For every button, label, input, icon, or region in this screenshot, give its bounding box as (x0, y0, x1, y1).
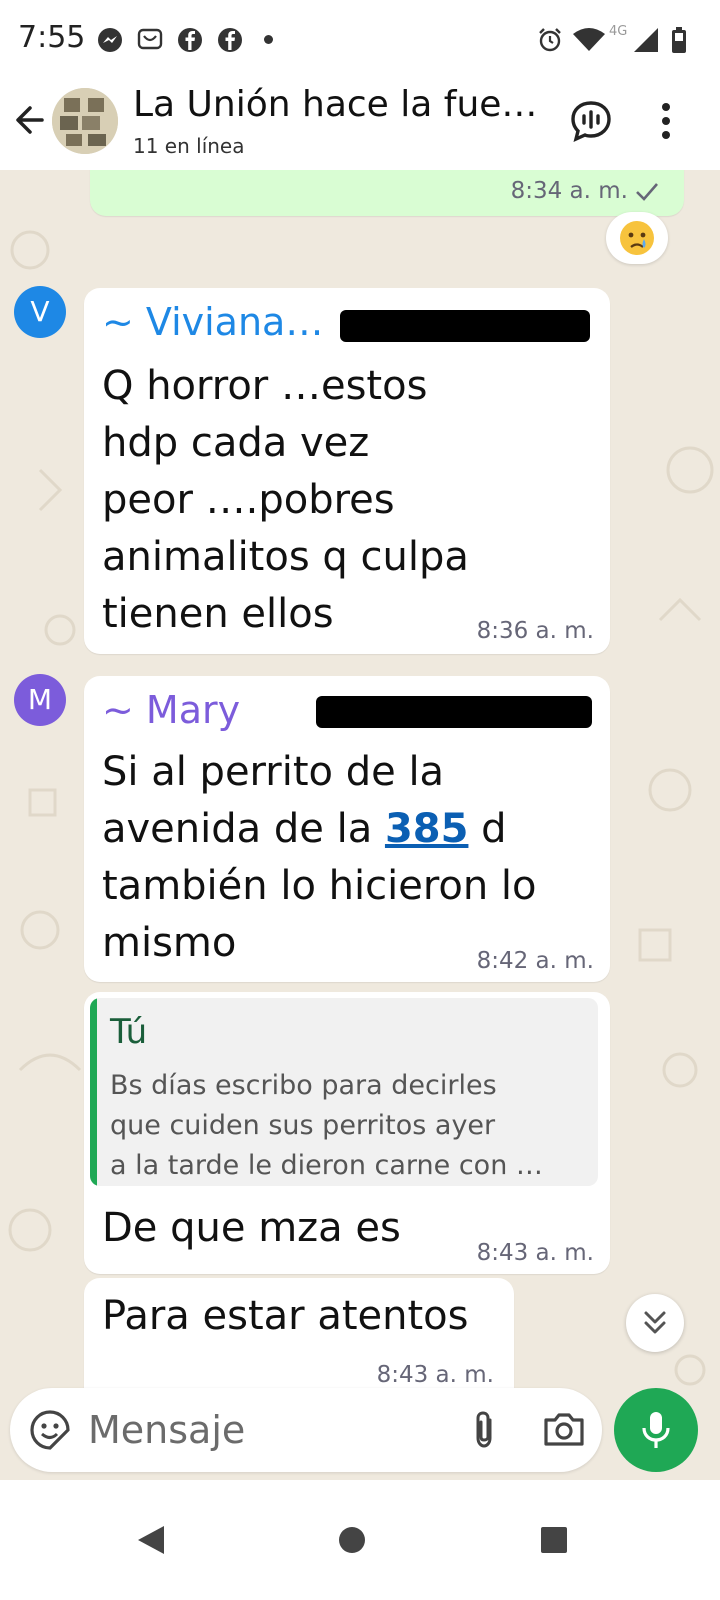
message-line: Q horror …estos (102, 363, 428, 409)
quote-bar (90, 998, 97, 1186)
wifi-icon (573, 28, 605, 51)
chat-area[interactable]: 8:34 a. m. V ~ Viviana… Q horror …estos … (0, 170, 720, 1480)
message-line: avenida de la 385 d (102, 801, 537, 858)
message-line: animalitos q culpa (102, 534, 469, 580)
message-text: Si al perrito de la avenida de la 385 d … (102, 744, 537, 972)
facebook-icon (218, 28, 242, 52)
outgoing-message[interactable]: 8:34 a. m. (90, 170, 684, 216)
mic-button[interactable] (614, 1388, 698, 1472)
redacted-phone (340, 310, 590, 342)
message-line: hdp cada vez (102, 420, 370, 466)
message-line: también lo hicieron lo (102, 863, 537, 909)
network-type: 4G (609, 24, 628, 39)
incoming-message[interactable]: ~ Viviana… Q horror …estos hdp cada vez … (84, 288, 610, 654)
status-time: 7:55 (18, 20, 86, 55)
nav-recents-icon[interactable] (524, 1510, 584, 1570)
dot-icon (264, 35, 273, 44)
crying-face-icon (620, 221, 654, 255)
quote-text: Bs días escribo para decirles que cuiden… (110, 1066, 590, 1186)
quote-line: a la tarde le dieron carne con … (110, 1150, 543, 1181)
message-time: 8:43 a. m. (476, 1240, 594, 1266)
quote-line: que cuiden sus perritos ayer (110, 1110, 496, 1141)
message-text: Q horror …estos hdp cada vez peor ….pobr… (102, 358, 469, 643)
quote-line: Bs días escribo para decirles (110, 1070, 497, 1101)
more-options-icon[interactable] (644, 96, 688, 146)
status-bar: 7:55 4G (0, 0, 720, 80)
sender-name[interactable]: ~ Viviana… (102, 300, 323, 344)
quote-author: Tú (110, 1012, 148, 1052)
avatar[interactable]: M (14, 674, 66, 726)
notification-icon (137, 28, 163, 50)
message-text: Para estar atentos (102, 1293, 469, 1339)
message-time: 8:43 a. m. (376, 1362, 494, 1388)
avatar[interactable]: V (14, 286, 66, 338)
signal-icon (634, 28, 658, 52)
message-line: peor ….pobres (102, 477, 395, 523)
camera-icon[interactable] (540, 1408, 588, 1452)
message-time: 8:42 a. m. (476, 948, 594, 974)
double-chevron-down-icon (644, 1311, 666, 1334)
sticker-emoji-icon[interactable] (28, 1408, 72, 1452)
message-time: 8:34 a. m. (510, 178, 628, 204)
message-time: 8:36 a. m. (476, 618, 594, 644)
voice-chat-icon[interactable] (566, 96, 616, 146)
message-line: tienen ellos (102, 591, 334, 637)
reaction-badge[interactable] (606, 212, 668, 264)
back-arrow-icon[interactable] (10, 98, 54, 142)
nav-home-icon[interactable] (322, 1510, 382, 1570)
message-fragment: d (468, 806, 507, 852)
navigation-bar (0, 1480, 720, 1600)
chat-title[interactable]: La Unión hace la fue… (133, 84, 543, 125)
group-avatar[interactable] (52, 88, 118, 154)
chat-header: La Unión hace la fue… 11 en línea (0, 80, 720, 170)
battery-icon (672, 27, 686, 53)
group-photo (52, 88, 118, 154)
message-line: mismo (102, 920, 237, 966)
incoming-message[interactable]: ~ Mary Si al perrito de la avenida de la… (84, 676, 610, 982)
message-composer (10, 1388, 602, 1472)
nav-back-icon[interactable] (120, 1510, 180, 1570)
paperclip-icon[interactable] (462, 1408, 506, 1452)
redacted-phone (316, 696, 592, 728)
sender-name[interactable]: ~ Mary (102, 688, 240, 732)
online-count: 11 en línea (133, 134, 245, 158)
message-input[interactable] (88, 1402, 448, 1458)
scroll-to-bottom-button[interactable] (626, 1294, 684, 1352)
alarm-icon (539, 28, 561, 52)
phone-link[interactable]: 385 (385, 806, 469, 852)
quoted-message[interactable]: Tú Bs días escribo para decirles que cui… (90, 998, 598, 1186)
messenger-icon (98, 28, 122, 52)
incoming-message[interactable]: Tú Bs días escribo para decirles que cui… (84, 992, 610, 1274)
message-text: De que mza es (102, 1205, 401, 1251)
message-fragment: avenida de la (102, 806, 385, 852)
sent-check-icon (636, 183, 658, 201)
message-line: Si al perrito de la (102, 749, 445, 795)
microphone-icon (642, 1412, 670, 1448)
facebook-icon (178, 28, 202, 52)
